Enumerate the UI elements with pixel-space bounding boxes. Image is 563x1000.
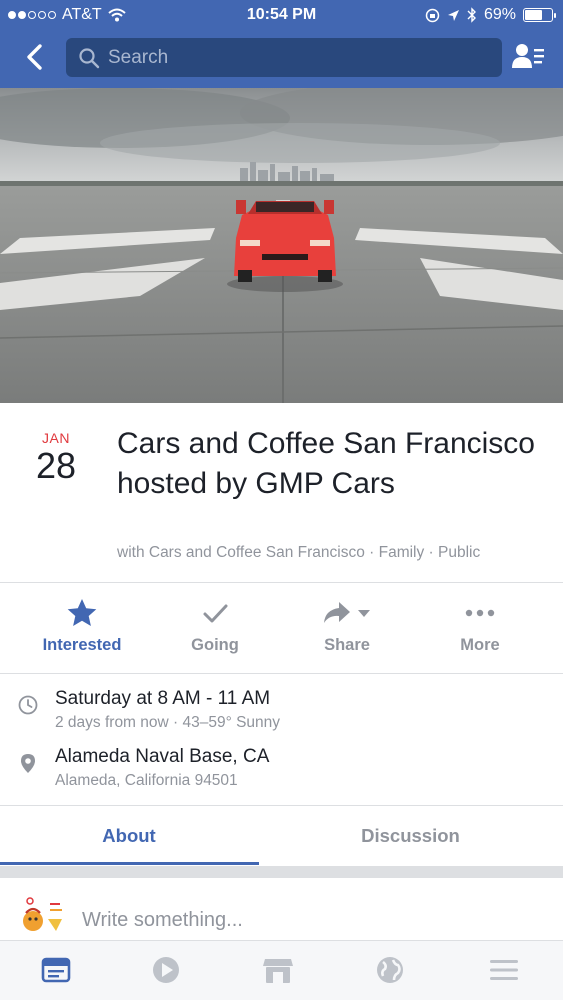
news-feed-icon[interactable] <box>40 955 72 985</box>
search-input[interactable]: Search <box>66 38 502 77</box>
checkmark-icon <box>203 604 228 623</box>
more-button[interactable]: More <box>410 596 550 655</box>
bluetooth-icon <box>467 7 476 23</box>
event-date-badge: JAN 28 <box>20 430 92 486</box>
section-separator <box>0 866 563 878</box>
tab-about[interactable]: About <box>0 806 258 866</box>
status-indicators: 69% <box>425 6 556 24</box>
notifications-globe-icon[interactable] <box>374 955 406 985</box>
post-composer[interactable]: Write something... <box>0 878 563 940</box>
event-tabs: About Discussion <box>0 806 563 866</box>
interested-label: Interested <box>42 636 122 654</box>
event-time-row[interactable]: Saturday at 8 AM - 11 AM 2 days from now… <box>0 688 563 740</box>
search-icon <box>79 47 100 68</box>
going-button[interactable]: Going <box>145 596 285 655</box>
share-button[interactable]: Share <box>277 596 417 655</box>
composer-placeholder: Write something... <box>82 909 243 931</box>
event-actions: Interested Going Share More <box>0 596 563 670</box>
battery-percent: 69% <box>483 6 516 23</box>
divider <box>0 673 563 674</box>
avatar <box>23 897 62 931</box>
clock-icon <box>18 695 38 715</box>
event-month: JAN <box>42 430 70 446</box>
friend-requests-icon[interactable] <box>511 42 545 72</box>
location-pin-icon <box>21 754 35 773</box>
red-car <box>227 200 343 292</box>
event-forecast: 2 days from now · 43–59° Sunny <box>55 714 281 731</box>
more-label: More <box>460 636 500 654</box>
status-bar: AT&T 10:54 PM 69% <box>0 0 563 30</box>
event-location-row[interactable]: Alameda Naval Base, CA Alameda, Californ… <box>0 746 563 798</box>
search-placeholder: Search <box>108 46 169 68</box>
star-icon <box>67 599 97 626</box>
event-hosts[interactable]: with Cars and Coffee San Francisco · Fam… <box>117 544 480 562</box>
back-chevron-icon[interactable] <box>20 42 50 72</box>
event-day: 28 <box>35 445 77 486</box>
menu-icon[interactable] <box>488 955 520 985</box>
location-arrow-icon <box>447 9 459 21</box>
divider <box>0 582 563 583</box>
video-play-icon[interactable] <box>150 955 182 985</box>
interested-button[interactable]: Interested <box>12 596 152 655</box>
cover-image <box>0 88 563 403</box>
app-header: AT&T 10:54 PM 69% Search <box>0 0 563 88</box>
chevron-down-icon <box>358 610 370 617</box>
event-time: Saturday at 8 AM - 11 AM <box>55 688 271 709</box>
event-location-address: Alameda, California 94501 <box>55 772 238 789</box>
battery-icon <box>523 8 556 22</box>
more-dots-icon <box>465 609 495 617</box>
event-title: Cars and Coffee San Francisco hosted by … <box>117 427 535 500</box>
share-arrow-icon <box>324 602 350 623</box>
event-cover-photo[interactable] <box>0 88 563 403</box>
tab-discussion[interactable]: Discussion <box>258 806 563 866</box>
bottom-tab-bar <box>0 940 563 1000</box>
event-location-name: Alameda Naval Base, CA <box>55 746 270 767</box>
share-label: Share <box>324 636 370 654</box>
going-label: Going <box>191 636 239 654</box>
orientation-lock-icon <box>425 8 440 22</box>
marketplace-icon[interactable] <box>262 955 294 985</box>
active-tab-indicator <box>0 862 259 865</box>
